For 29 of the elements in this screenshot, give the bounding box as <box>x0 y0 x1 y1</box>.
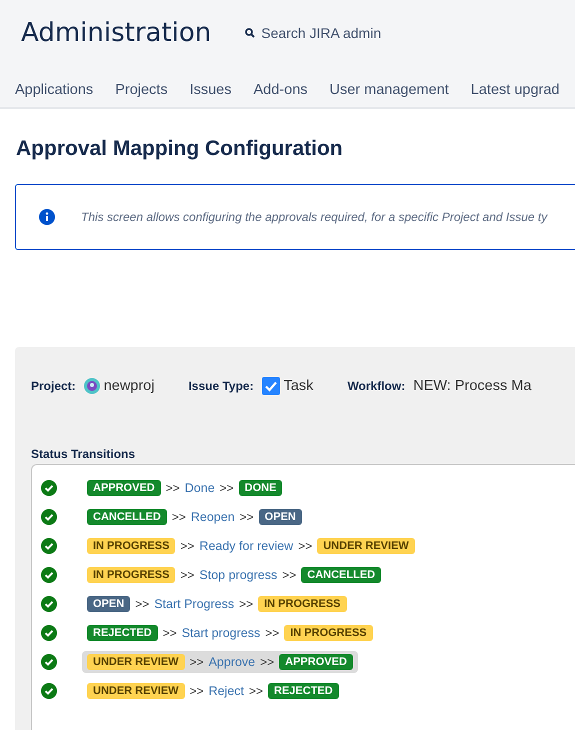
nav-tab[interactable]: Latest upgrad <box>470 82 560 98</box>
transition-item[interactable]: IN PROGRESS >> Ready for review >> UNDER REVIEW <box>82 534 420 556</box>
transition-item[interactable]: UNDER REVIEW >> Approve >> APPROVED <box>82 650 358 672</box>
page-header-title: Administration <box>21 18 212 48</box>
workflow-name: NEW: Process Ma <box>413 378 532 394</box>
status-transitions-heading: Status Transitions <box>31 447 136 461</box>
search-field[interactable]: Search JIRA admin <box>245 25 412 41</box>
transition-item[interactable]: OPEN >> Start Progress >> IN PROGRESS <box>82 592 352 614</box>
task-icon <box>262 377 280 395</box>
workflow-label: Workflow: <box>347 379 406 393</box>
nav-tab[interactable]: Projects <box>115 82 168 98</box>
search-icon <box>245 28 256 38</box>
transition-item[interactable]: APPROVED >> Done >> DONE <box>82 476 288 498</box>
info-text: This screen allows configuring the approvals required, for a specific Project and Issue ty <box>81 210 548 224</box>
transition-item[interactable]: CANCELLED >> Reopen >> OPEN <box>82 506 307 528</box>
page-title: Approval Mapping Configuration <box>16 137 344 161</box>
issue-type-name: Task <box>284 378 314 394</box>
info-icon <box>39 209 55 225</box>
nav-tab[interactable]: User management <box>330 82 449 98</box>
transition-item[interactable]: IN PROGRESS >> Stop progress >> CANCELLED <box>82 564 386 586</box>
nav-tab[interactable]: Issues <box>190 82 232 98</box>
nav-tab[interactable]: Applications <box>15 82 94 98</box>
project-avatar-icon <box>84 378 100 394</box>
transition-item[interactable]: UNDER REVIEW >> Reject >> REJECTED <box>82 680 344 702</box>
nav-tab[interactable]: Add-ons <box>254 82 308 98</box>
project-name: newproj <box>104 378 154 394</box>
project-label: Project: <box>31 379 76 393</box>
issue-type-label: Issue Type: <box>188 379 254 393</box>
transition-item[interactable]: REJECTED >> Start progress >> IN PROGRESS <box>82 622 378 644</box>
